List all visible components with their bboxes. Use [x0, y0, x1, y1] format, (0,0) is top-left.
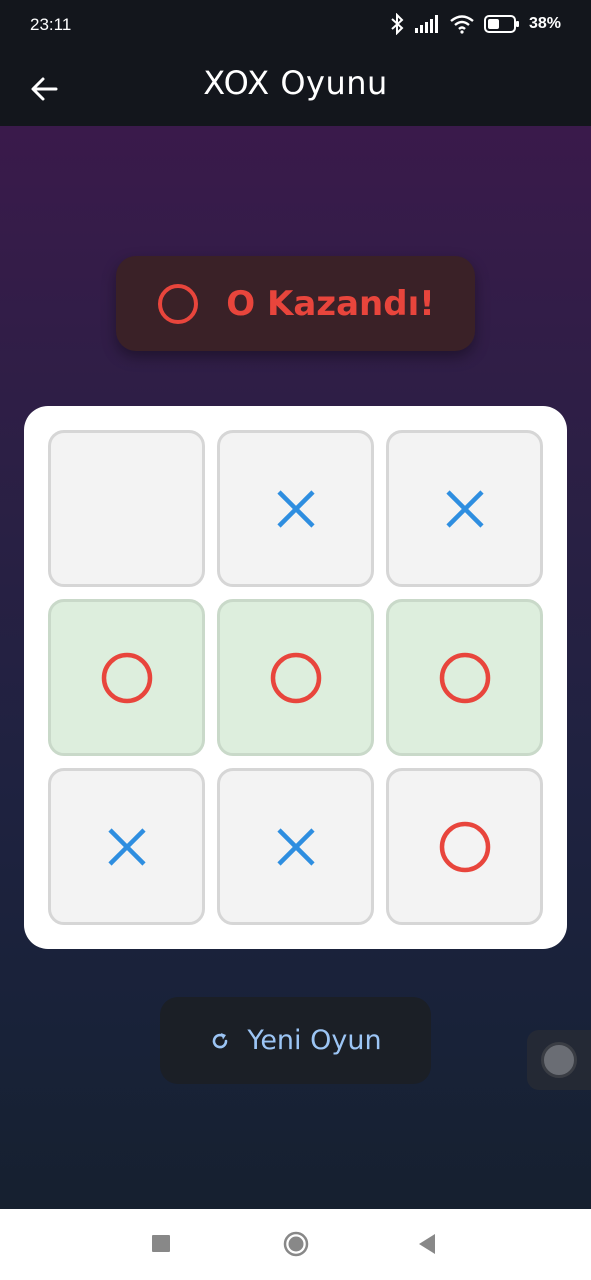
x-mark-icon [276, 827, 315, 866]
o-mark-icon [439, 652, 490, 703]
home-circle-icon[interactable] [282, 1231, 310, 1259]
page-title: XOX Oyunu [203, 64, 388, 102]
game-screen: O Kazandı! Yeni Oyun [0, 126, 591, 1209]
x-mark-icon [276, 489, 315, 528]
board-cell-7[interactable] [217, 768, 374, 925]
winner-banner: O Kazandı! [116, 256, 475, 351]
battery-icon [483, 15, 519, 33]
new-game-label: Yeni Oyun [247, 1025, 382, 1056]
board-cell-1[interactable] [217, 430, 374, 587]
floating-ball-icon [541, 1042, 577, 1078]
status-icons: 38% [389, 13, 561, 35]
app-bar: XOX Oyunu [0, 52, 591, 126]
o-mark-icon [439, 821, 490, 872]
board-cell-8[interactable] [386, 768, 543, 925]
winner-text: O Kazandı! [226, 283, 435, 324]
battery-percent: 38% [528, 15, 561, 32]
x-mark-icon [107, 827, 146, 866]
status-bar: 23:11 38% [0, 0, 591, 52]
board-cell-5[interactable] [386, 599, 543, 756]
o-mark-icon [158, 283, 199, 324]
x-mark-icon [445, 489, 484, 528]
status-time: 23:11 [30, 15, 72, 34]
board-cell-6[interactable] [48, 768, 205, 925]
recents-square-icon[interactable] [151, 1231, 171, 1255]
board-cell-2[interactable] [386, 430, 543, 587]
system-nav-bar [0, 1209, 591, 1280]
floating-assist-button[interactable] [527, 1030, 591, 1090]
new-game-button[interactable]: Yeni Oyun [160, 997, 431, 1084]
back-triangle-icon[interactable] [416, 1231, 438, 1257]
board-cell-0[interactable] [48, 430, 205, 587]
game-board [24, 406, 567, 949]
o-mark-icon [270, 652, 321, 703]
wifi-icon [450, 15, 474, 34]
signal-icon [414, 15, 438, 33]
refresh-icon [213, 1032, 228, 1048]
bluetooth-icon [391, 13, 404, 35]
o-mark-icon [101, 652, 152, 703]
board-cell-4[interactable] [217, 599, 374, 756]
board-cell-3[interactable] [48, 599, 205, 756]
